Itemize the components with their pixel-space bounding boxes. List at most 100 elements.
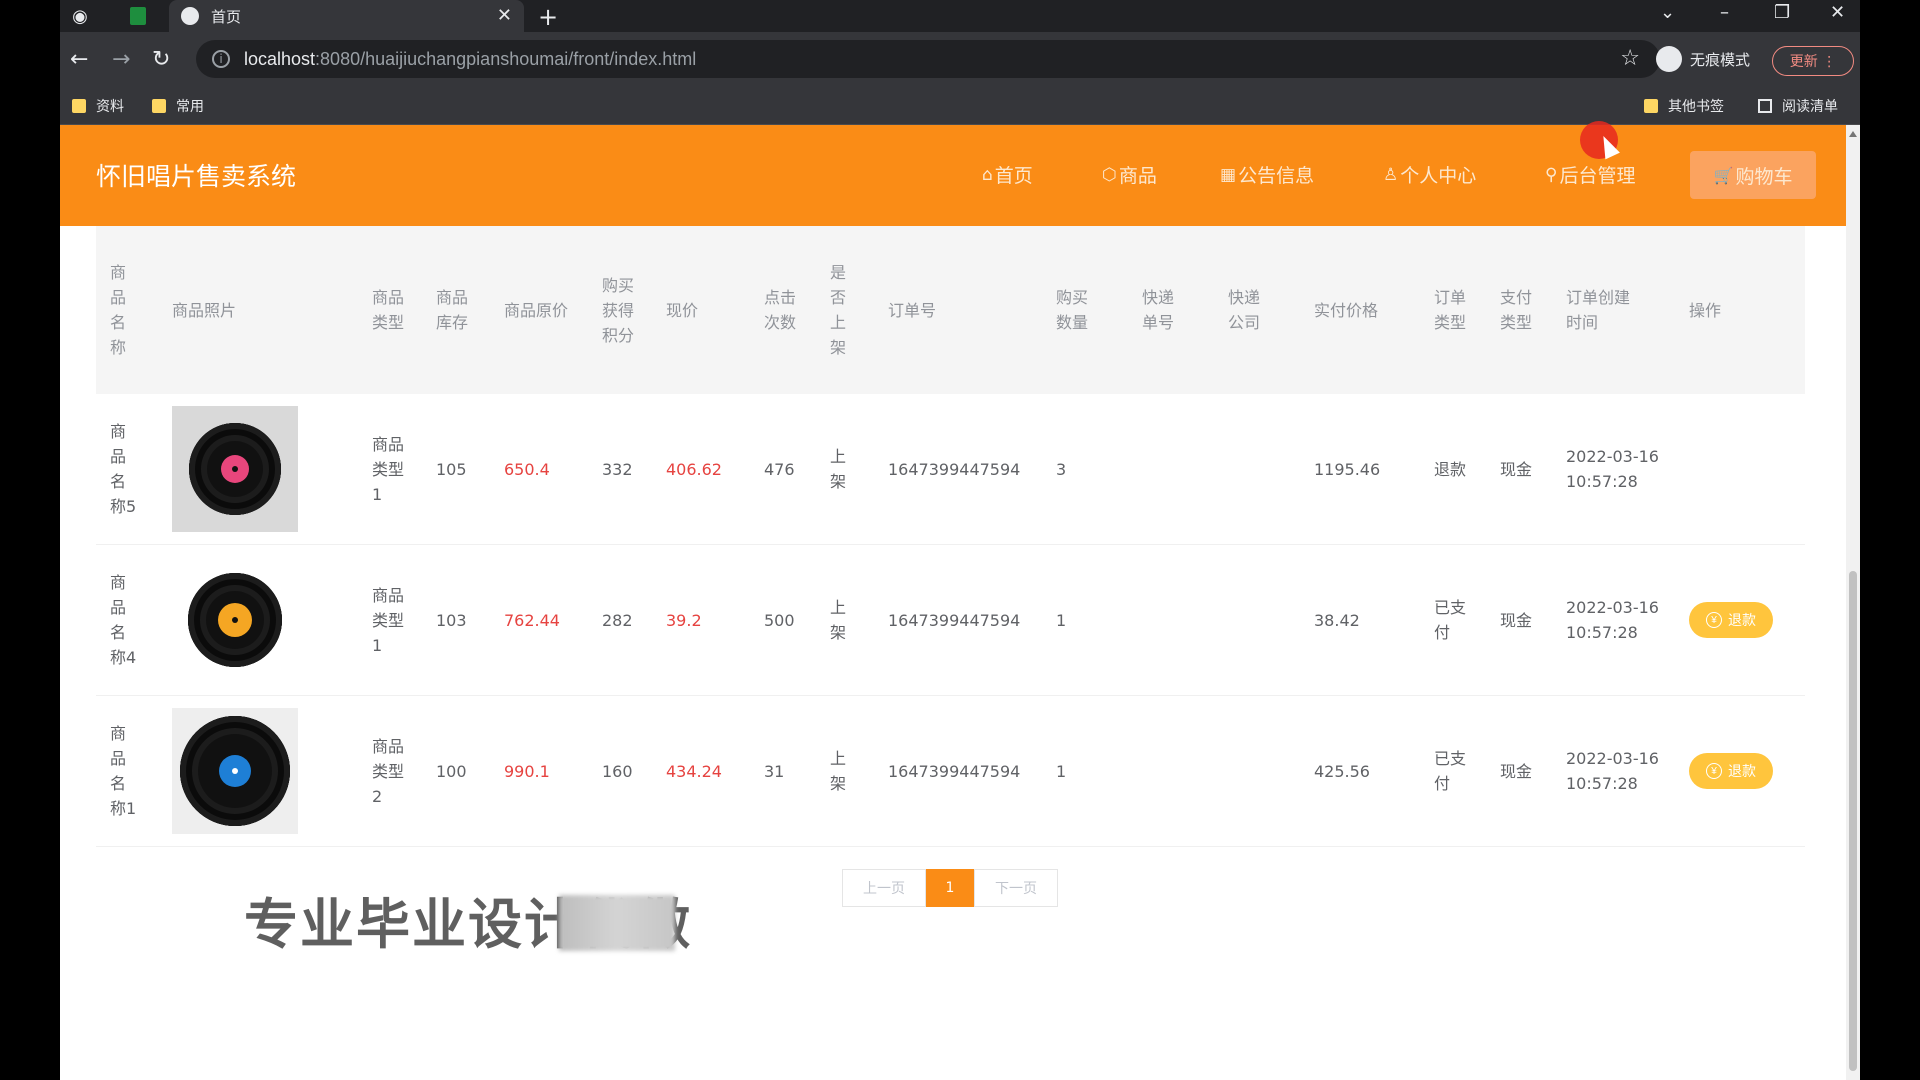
minimize-icon[interactable]: – (1720, 2, 1729, 23)
update-button[interactable]: 更新 ⋮ (1772, 46, 1854, 76)
chrome-icon[interactable]: ◉ (68, 4, 92, 28)
cell-stock: 100 (422, 695, 490, 847)
home-icon: ⌂ (982, 164, 993, 185)
cell-product-type: 商品类型2 (358, 695, 422, 847)
reading-list-icon (1758, 99, 1772, 113)
cell-pay-type: 现金 (1486, 695, 1552, 847)
refund-button[interactable]: ¥ 退款 (1689, 602, 1773, 638)
vinyl-record-icon (189, 423, 281, 515)
scroll-up-icon[interactable] (1849, 131, 1857, 137)
page-scrollbar[interactable] (1846, 125, 1860, 1080)
cell-clicks: 476 (750, 394, 816, 545)
nav-announcements[interactable]: ▦ 公告信息 (1220, 161, 1314, 188)
browser-toolbar: ← → ↻ i localhost:8080/huaijiuchangpians… (60, 32, 1860, 88)
cell-on-shelf: 上架 (816, 544, 874, 696)
col-header: 点击次数 (750, 226, 816, 394)
cell-clicks: 500 (750, 544, 816, 696)
page-content: 怀旧唱片售卖系统 ⌂ 首页 ⬡ 商品 ▦ 公告信息 ♙ 个人中心 ⚲ 后台管理 🛒 购物车 (60, 121, 1860, 1080)
address-bar[interactable]: i localhost:8080/huaijiuchangpianshoumai… (196, 40, 1660, 78)
col-header: 购买数量 (1042, 226, 1128, 394)
scrollbar-thumb[interactable] (1849, 571, 1857, 1071)
cell-action: ¥ 退款 (1675, 695, 1805, 847)
watermark-blur (559, 895, 675, 951)
cell-product-photo (158, 394, 358, 545)
prev-page-button[interactable]: 上一页 (842, 869, 926, 907)
restore-icon[interactable]: ❐ (1774, 2, 1790, 23)
refund-button[interactable]: ¥ 退款 (1689, 753, 1773, 789)
col-header: 商品库存 (422, 226, 490, 394)
cell-order-type: 已支付 (1420, 695, 1486, 847)
cell-action (1675, 394, 1805, 545)
bookmark-folder-ziliao[interactable]: 资料 (72, 96, 124, 116)
new-tab-button[interactable]: + (538, 3, 558, 31)
cell-on-shelf: 上架 (816, 394, 874, 545)
col-header: 购买获得积分 (588, 226, 652, 394)
reload-icon[interactable]: ↻ (152, 46, 170, 74)
nav-goods[interactable]: ⬡ 商品 (1102, 161, 1157, 188)
col-header: 商品照片 (158, 226, 358, 394)
cell-order-no: 1647399447594 (874, 544, 1042, 696)
cell-points: 282 (588, 544, 652, 696)
cell-created-time: 2022-03-16 10:57:28 (1552, 695, 1675, 847)
cart-icon: 🛒 (1713, 165, 1734, 185)
cell-on-shelf: 上架 (816, 695, 874, 847)
cell-order-type: 退款 (1420, 394, 1486, 545)
cell-price: 406.62 (652, 394, 750, 545)
folder-icon (72, 99, 86, 113)
col-header: 快递单号 (1128, 226, 1214, 394)
next-page-button[interactable]: 下一页 (974, 869, 1058, 907)
cell-pay-type: 现金 (1486, 394, 1552, 545)
nav-cart[interactable]: 🛒 购物车 (1690, 151, 1816, 199)
cell-paid-price: 1195.46 (1300, 394, 1420, 545)
page-number-1[interactable]: 1 (926, 869, 974, 907)
cell-original-price: 762.44 (490, 544, 588, 696)
incognito-label: 无痕模式 (1690, 50, 1751, 69)
col-header: 订单号 (874, 226, 1042, 394)
cell-express-no (1128, 544, 1214, 696)
cell-clicks: 31 (750, 695, 816, 847)
bookmarks-bar: 资料 常用 其他书签 阅读清单 (60, 88, 1860, 125)
window-close-icon[interactable]: ✕ (1830, 2, 1845, 23)
cell-points: 332 (588, 394, 652, 545)
back-icon[interactable]: ← (70, 46, 88, 74)
cell-product-name: 商品名称4 (96, 544, 158, 696)
nav-admin[interactable]: ⚲ 后台管理 (1545, 161, 1635, 188)
bookmark-star-icon[interactable]: ☆ (1620, 46, 1640, 71)
sheets-icon[interactable] (126, 4, 150, 28)
cell-order-no: 1647399447594 (874, 695, 1042, 847)
col-header: 支付类型 (1486, 226, 1552, 394)
nav-home[interactable]: ⌂ 首页 (982, 161, 1033, 188)
tab-title: 首页 (211, 7, 242, 26)
cell-product-type: 商品类型1 (358, 394, 422, 545)
forward-icon[interactable]: → (112, 46, 130, 74)
yen-icon: ¥ (1706, 763, 1722, 779)
orders-table: 商品名称 商品照片 商品类型 商品库存 商品原价 购买获得积分 现价 点击次数 … (96, 226, 1805, 847)
bookmark-folder-other[interactable]: 其他书签 (1644, 96, 1724, 116)
close-icon[interactable]: ✕ (497, 5, 512, 26)
col-header: 商品原价 (490, 226, 588, 394)
cell-express-company (1214, 695, 1300, 847)
table-row: 商品名称5 商品类型1 105 650.4 332 406.62 476 上架 … (96, 394, 1805, 545)
cell-original-price: 990.1 (490, 695, 588, 847)
tab-strip: ◉ 首页 ✕ + ⌄ – ❐ ✕ (60, 0, 1860, 32)
browser-window: ◉ 首页 ✕ + ⌄ – ❐ ✕ ← → ↻ i localhost:8080/… (60, 0, 1860, 1080)
bookmark-folder-changyong[interactable]: 常用 (152, 96, 204, 116)
site-info-icon[interactable]: i (212, 50, 230, 68)
cell-product-type: 商品类型1 (358, 544, 422, 696)
col-header: 快递公司 (1214, 226, 1300, 394)
cell-original-price: 650.4 (490, 394, 588, 545)
cell-quantity: 3 (1042, 394, 1128, 545)
reading-list[interactable]: 阅读清单 (1758, 96, 1838, 116)
folder-icon (1644, 99, 1658, 113)
incognito-indicator[interactable]: 无痕模式 (1656, 46, 1750, 72)
product-image[interactable] (172, 406, 298, 532)
col-header: 订单类型 (1420, 226, 1486, 394)
chevron-down-icon[interactable]: ⌄ (1660, 2, 1675, 23)
product-image[interactable] (172, 708, 298, 834)
product-image[interactable] (172, 557, 298, 683)
tab-home[interactable]: 首页 ✕ (169, 0, 524, 32)
cell-express-company (1214, 394, 1300, 545)
cell-express-no (1128, 394, 1214, 545)
url-text: localhost:8080/huaijiuchangpianshoumai/f… (244, 48, 697, 69)
nav-profile[interactable]: ♙ 个人中心 (1383, 161, 1476, 188)
